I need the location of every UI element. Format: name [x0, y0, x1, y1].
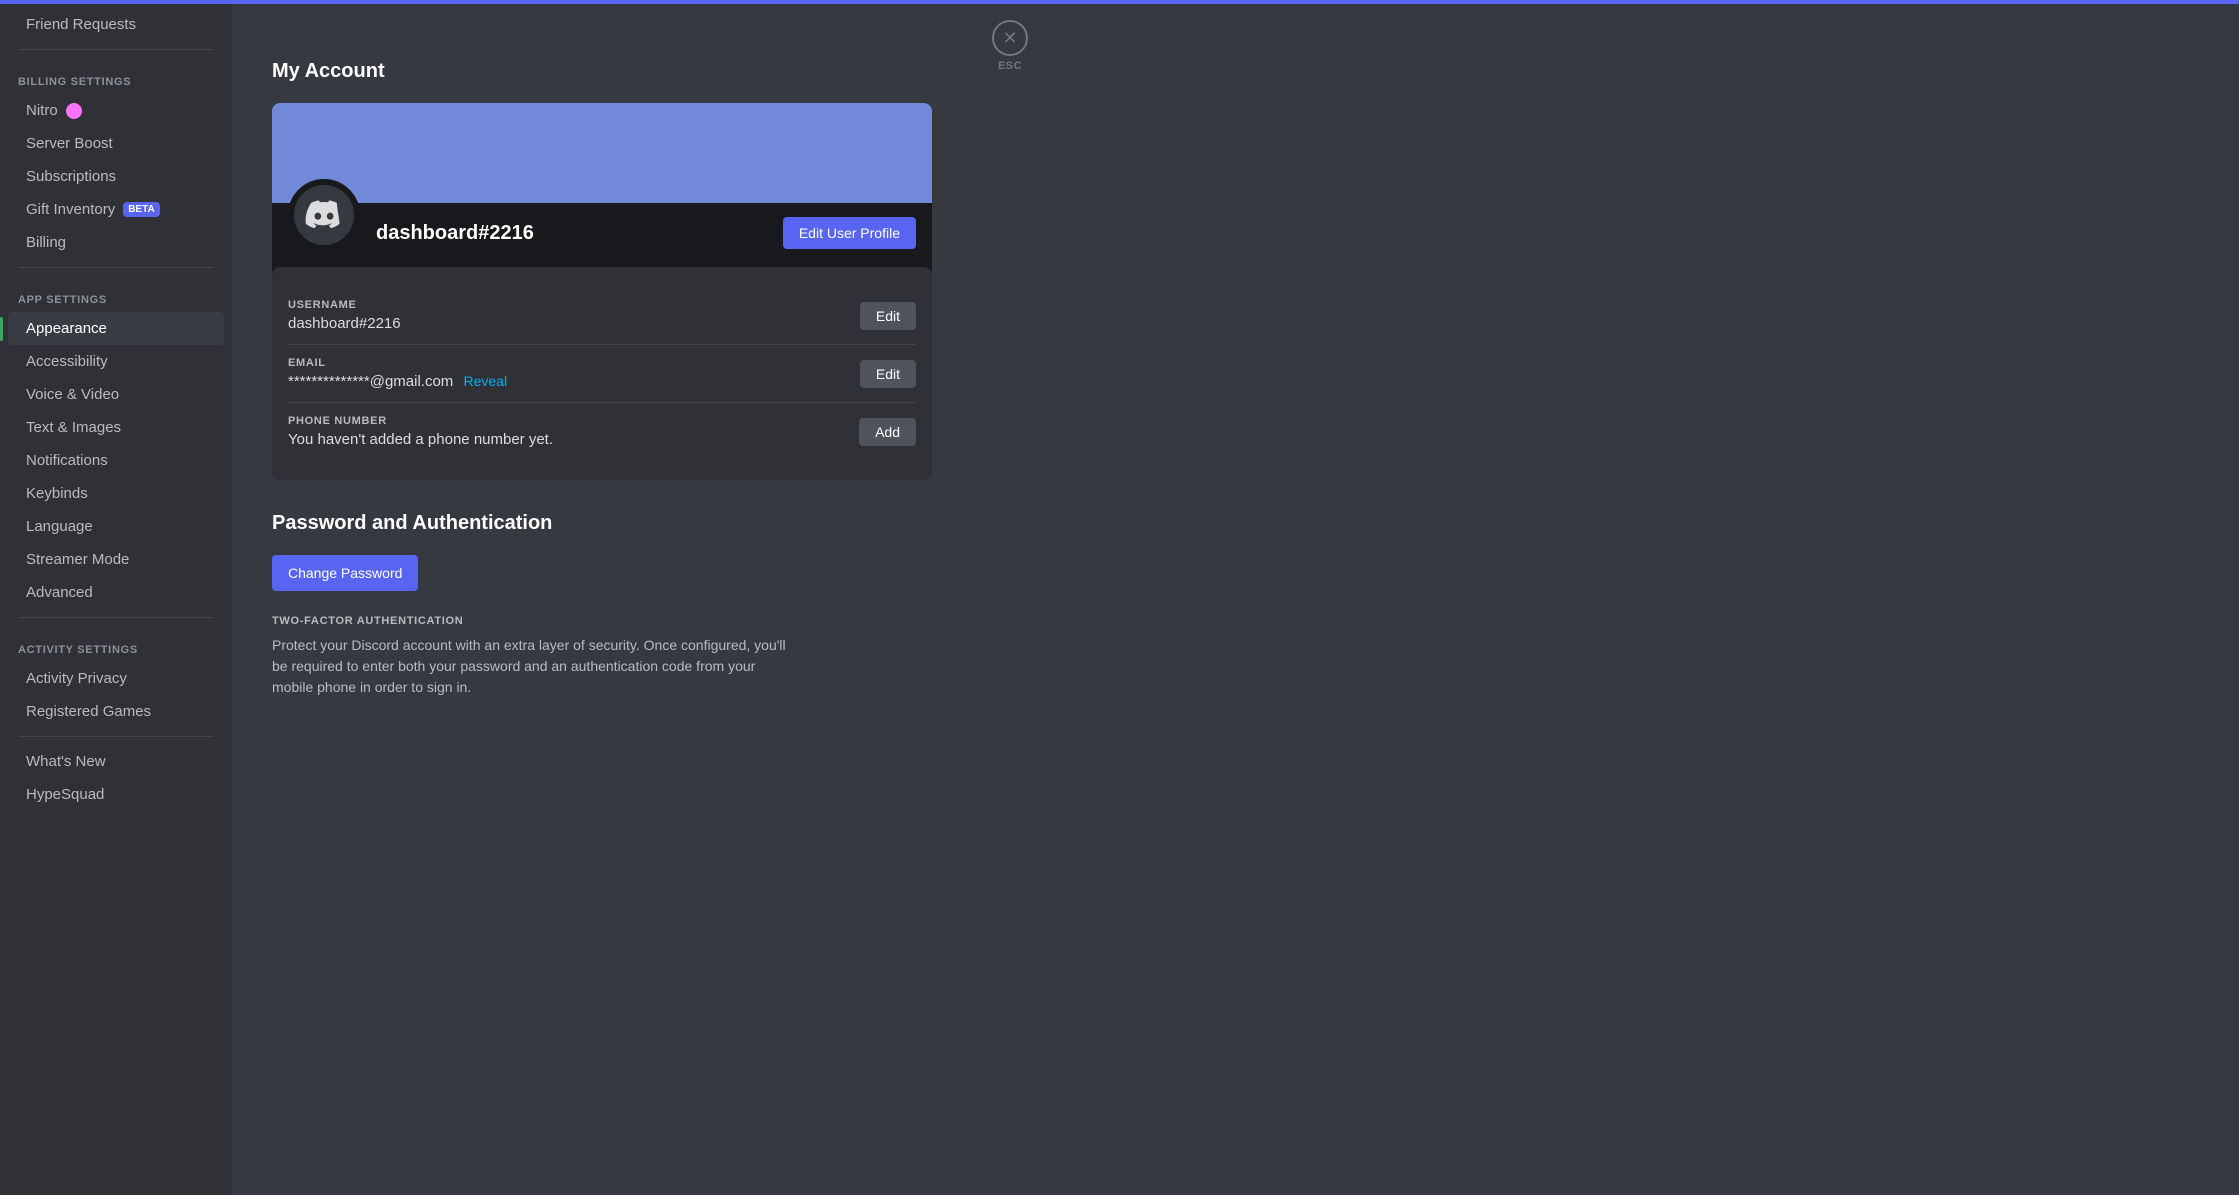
streamer-mode-label: Streamer Mode	[26, 551, 129, 568]
phone-add-button[interactable]: Add	[859, 418, 916, 446]
sidebar-divider-1	[18, 49, 214, 50]
notifications-label: Notifications	[26, 452, 108, 469]
appearance-label: Appearance	[26, 320, 107, 337]
avatar	[288, 179, 360, 251]
phone-value: You haven't added a phone number yet.	[288, 431, 553, 448]
discord-avatar-icon	[304, 195, 344, 235]
advanced-label: Advanced	[26, 584, 93, 601]
close-icon: ✕	[1002, 28, 1017, 49]
billing-label: Billing	[26, 234, 66, 251]
phone-field-row: PHONE NUMBER You haven't added a phone n…	[288, 403, 916, 460]
sidebar-item-registered-games[interactable]: Registered Games	[8, 695, 224, 728]
sidebar-divider-2	[18, 267, 214, 268]
sidebar-item-text-images[interactable]: Text & Images	[8, 411, 224, 444]
profile-card: dashboard#2216 Edit User Profile USERNAM…	[272, 103, 932, 480]
nitro-icon	[66, 103, 82, 119]
email-label: EMAIL	[288, 357, 507, 369]
reveal-email-link[interactable]: Reveal	[463, 373, 507, 389]
billing-section-label: Billing Settings	[0, 58, 232, 94]
whats-new-label: What's New	[26, 753, 106, 770]
sidebar-item-keybinds[interactable]: Keybinds	[8, 477, 224, 510]
sidebar-item-subscriptions[interactable]: Subscriptions	[8, 160, 224, 193]
text-images-label: Text & Images	[26, 419, 121, 436]
password-section-title: Password and Authentication	[272, 512, 932, 535]
email-value: **************@gmail.com Reveal	[288, 373, 507, 390]
server-boost-label: Server Boost	[26, 135, 113, 152]
activity-privacy-label: Activity Privacy	[26, 670, 127, 687]
sidebar-item-voice-video[interactable]: Voice & Video	[8, 378, 224, 411]
close-area: ✕ ESC	[972, 0, 1048, 1195]
fields-container: USERNAME dashboard#2216 Edit EMAIL *****…	[272, 267, 932, 480]
email-edit-button[interactable]: Edit	[860, 360, 916, 388]
profile-username: dashboard#2216	[376, 222, 534, 245]
nitro-label: Nitro	[26, 102, 58, 119]
sidebar-item-activity-privacy[interactable]: Activity Privacy	[8, 662, 224, 695]
close-button[interactable]: ✕	[992, 20, 1028, 56]
email-masked: **************@gmail.com	[288, 373, 453, 390]
phone-field: PHONE NUMBER You haven't added a phone n…	[288, 415, 553, 448]
activity-section-label: Activity Settings	[0, 626, 232, 662]
edit-profile-button[interactable]: Edit User Profile	[783, 217, 916, 249]
username-field-row: USERNAME dashboard#2216 Edit	[288, 287, 916, 345]
voice-video-label: Voice & Video	[26, 386, 119, 403]
two-factor-label: TWO-FACTOR AUTHENTICATION	[272, 615, 932, 627]
change-password-button[interactable]: Change Password	[272, 555, 418, 591]
settings-panel: My Account dashboard#2216 Edit User Prof…	[232, 0, 972, 1195]
sidebar: Friend Requests Billing Settings Nitro S…	[0, 0, 232, 1195]
beta-badge: BETA	[123, 202, 159, 217]
sidebar-item-billing[interactable]: Billing	[8, 226, 224, 259]
sidebar-item-notifications[interactable]: Notifications	[8, 444, 224, 477]
sidebar-divider-4	[18, 736, 214, 737]
language-label: Language	[26, 518, 93, 535]
email-field-row: EMAIL **************@gmail.com Reveal Ed…	[288, 345, 916, 403]
profile-banner	[272, 103, 932, 203]
sidebar-item-nitro[interactable]: Nitro	[8, 94, 224, 127]
registered-games-label: Registered Games	[26, 703, 151, 720]
sidebar-item-hypesquad[interactable]: HypeSquad	[8, 778, 224, 811]
gift-inventory-label: Gift Inventory	[26, 201, 115, 218]
username-value: dashboard#2216	[288, 315, 401, 332]
phone-label: PHONE NUMBER	[288, 415, 553, 427]
sidebar-item-streamer-mode[interactable]: Streamer Mode	[8, 543, 224, 576]
profile-left: dashboard#2216	[288, 215, 534, 251]
email-field: EMAIL **************@gmail.com Reveal	[288, 357, 507, 390]
sidebar-item-friend-requests[interactable]: Friend Requests	[8, 8, 224, 41]
sidebar-item-appearance[interactable]: Appearance	[8, 312, 224, 345]
app-section-label: App Settings	[0, 276, 232, 312]
two-factor-description: Protect your Discord account with an ext…	[272, 635, 792, 698]
subscriptions-label: Subscriptions	[26, 168, 116, 185]
esc-label: ESC	[998, 60, 1022, 72]
profile-info-row: dashboard#2216 Edit User Profile	[272, 203, 932, 267]
hypesquad-label: HypeSquad	[26, 786, 104, 803]
sidebar-item-whats-new[interactable]: What's New	[8, 745, 224, 778]
main-content: My Account dashboard#2216 Edit User Prof…	[232, 0, 2239, 1195]
username-label: USERNAME	[288, 299, 401, 311]
sidebar-item-gift-inventory[interactable]: Gift Inventory BETA	[8, 193, 224, 226]
sidebar-item-server-boost[interactable]: Server Boost	[8, 127, 224, 160]
sidebar-item-language[interactable]: Language	[8, 510, 224, 543]
sidebar-item-accessibility[interactable]: Accessibility	[8, 345, 224, 378]
sidebar-item-advanced[interactable]: Advanced	[8, 576, 224, 609]
username-field: USERNAME dashboard#2216	[288, 299, 401, 332]
avatar-wrapper	[288, 179, 360, 251]
username-edit-button[interactable]: Edit	[860, 302, 916, 330]
accessibility-label: Accessibility	[26, 353, 108, 370]
keybinds-label: Keybinds	[26, 485, 88, 502]
page-title: My Account	[272, 60, 932, 83]
sidebar-divider-3	[18, 617, 214, 618]
